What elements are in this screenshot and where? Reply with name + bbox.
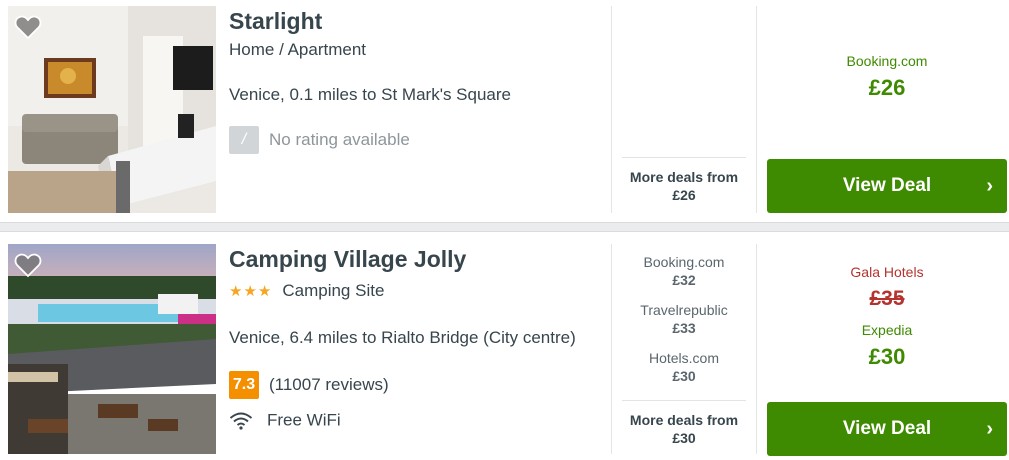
column-divider xyxy=(756,6,757,213)
accommodation-type-row: ★★★ Camping Site xyxy=(229,281,384,301)
listing-card-camping-village-jolly: Camping Village Jolly ★★★ Camping Site Ve… xyxy=(0,232,1009,460)
rating-row[interactable]: 7.3 (11007 reviews) xyxy=(229,371,389,399)
favorite-heart-icon[interactable] xyxy=(14,252,42,278)
chevron-right-icon: › xyxy=(986,418,993,440)
more-deals-label: More deals from xyxy=(629,169,739,185)
column-divider xyxy=(611,6,612,213)
listing-name[interactable]: Starlight xyxy=(229,8,322,35)
star-rating-icon: ★★★ xyxy=(229,283,273,300)
view-deal-label: View Deal xyxy=(842,418,932,439)
deal-item[interactable]: Travelrepublic £33 xyxy=(622,302,746,350)
column-divider xyxy=(756,244,757,454)
more-deals-link[interactable]: More deals from £30 xyxy=(622,400,746,447)
accommodation-type: Home / Apartment xyxy=(229,40,367,59)
listing-card-starlight: Starlight Home / Apartment Venice, 0.1 m… xyxy=(0,0,1009,222)
deal-provider: Hotels.com xyxy=(648,350,720,366)
listing-separator xyxy=(0,222,1009,232)
best-deal-price[interactable]: £30 xyxy=(767,344,1007,370)
rating-text: No rating available xyxy=(269,130,410,149)
original-deal-provider[interactable]: Gala Hotels xyxy=(767,264,1007,280)
view-deal-button[interactable]: View Deal › xyxy=(767,402,1007,456)
more-deals-label: More deals from xyxy=(629,412,739,428)
best-deal-provider[interactable]: Expedia xyxy=(767,322,1007,338)
other-deals-list: Booking.com £32 Travelrepublic £33 Hotel… xyxy=(622,254,746,398)
deal-price: £32 xyxy=(672,272,696,288)
listing-location: Venice, 0.1 miles to St Mark's Square xyxy=(229,85,511,104)
accommodation-type: Camping Site xyxy=(282,281,385,300)
deal-item[interactable]: Booking.com £32 xyxy=(622,254,746,302)
column-divider xyxy=(611,244,612,454)
rating-row: / No rating available xyxy=(229,126,410,154)
original-deal-price: £35 xyxy=(869,287,905,310)
view-deal-label: View Deal xyxy=(842,175,932,196)
listing-location: Venice, 6.4 miles to Rialto Bridge (City… xyxy=(229,328,576,347)
deal-item[interactable]: Hotels.com £30 xyxy=(622,350,746,398)
listing-name[interactable]: Camping Village Jolly xyxy=(229,246,466,273)
favorite-heart-icon[interactable] xyxy=(14,14,42,40)
amenity-label: Free WiFi xyxy=(267,410,341,430)
rating-badge: 7.3 xyxy=(229,371,259,399)
rating-badge: / xyxy=(229,126,259,154)
deal-price: £30 xyxy=(672,368,696,384)
view-deal-button[interactable]: View Deal › xyxy=(767,159,1007,213)
review-count: (11007 reviews) xyxy=(269,375,389,394)
amenity-row: Free WiFi xyxy=(229,410,341,431)
more-deals-price: £30 xyxy=(672,430,696,446)
best-deal-provider[interactable]: Booking.com xyxy=(767,53,1007,69)
listing-photo[interactable] xyxy=(8,6,216,213)
listing-photo[interactable] xyxy=(8,244,216,454)
chevron-right-icon: › xyxy=(986,175,993,197)
more-deals-link[interactable]: More deals from £26 xyxy=(622,157,746,204)
deal-provider: Booking.com xyxy=(643,254,725,270)
deal-provider: Travelrepublic xyxy=(640,302,728,318)
deal-price: £33 xyxy=(672,320,696,336)
best-deal-price[interactable]: £26 xyxy=(767,75,1007,101)
more-deals-price: £26 xyxy=(672,187,696,203)
wifi-icon xyxy=(229,412,253,430)
